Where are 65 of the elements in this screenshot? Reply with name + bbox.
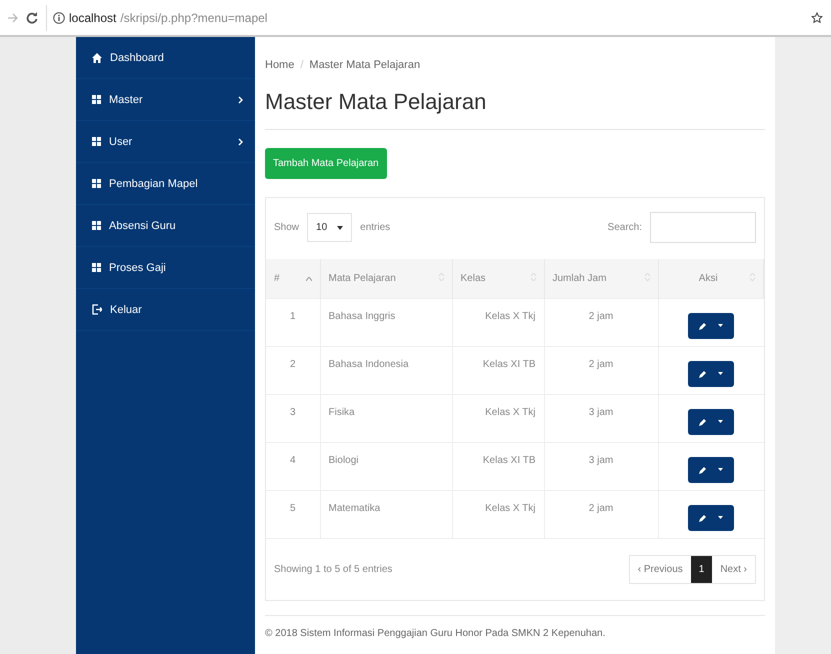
length-label: entries bbox=[360, 222, 390, 233]
entries-select[interactable]: 10 bbox=[307, 213, 352, 242]
table-cell: Bahasa Inggris bbox=[320, 298, 452, 346]
table-cell: 4 bbox=[266, 442, 320, 490]
pencil-icon bbox=[699, 322, 708, 330]
edit-dropdown-button[interactable] bbox=[688, 360, 734, 386]
caret-icon bbox=[718, 516, 723, 519]
logout-icon bbox=[92, 304, 102, 315]
sort-icon bbox=[644, 272, 650, 281]
grid-icon bbox=[92, 263, 101, 272]
table-cell: Kelas X Tkj bbox=[452, 394, 544, 442]
table-cell: 3 bbox=[266, 394, 320, 442]
grid-icon bbox=[92, 137, 101, 146]
table-cell: Matematika bbox=[320, 490, 452, 538]
url-host: localhost bbox=[69, 10, 116, 24]
table-info: Showing 1 to 5 of 5 entries bbox=[274, 564, 392, 575]
grid-icon bbox=[92, 221, 101, 230]
search-label: Search: bbox=[608, 222, 642, 233]
table-cell: 2 jam bbox=[544, 298, 658, 346]
table-cell: 3 jam bbox=[544, 394, 658, 442]
pencil-icon bbox=[699, 466, 708, 474]
url-path: /skripsi/p.php?menu=mapel bbox=[120, 10, 268, 24]
table-cell: 3 jam bbox=[544, 442, 658, 490]
home-icon bbox=[92, 52, 102, 62]
pagination-button[interactable]: 1 bbox=[690, 556, 712, 583]
reload-icon[interactable] bbox=[26, 12, 38, 24]
caret-icon bbox=[718, 324, 723, 327]
table-cell: Bahasa Indonesia bbox=[320, 346, 452, 394]
breadcrumb-separator: / bbox=[300, 59, 304, 71]
table-cell: Fisika bbox=[320, 394, 452, 442]
search-field[interactable] bbox=[650, 212, 756, 243]
page-title: Master Mata Pelajaran bbox=[265, 89, 765, 130]
table-cell: 2 bbox=[266, 346, 320, 394]
caret-icon bbox=[718, 468, 723, 471]
table-cell: Biologi bbox=[320, 442, 452, 490]
sort-icon bbox=[438, 272, 444, 281]
grid-icon bbox=[92, 179, 101, 188]
caret-icon bbox=[337, 226, 344, 230]
edit-dropdown-button[interactable] bbox=[688, 408, 734, 434]
info-icon bbox=[53, 12, 65, 24]
pencil-icon bbox=[699, 370, 708, 378]
table-cell: Kelas XI TB bbox=[452, 442, 544, 490]
breadcrumb-item: Master Mata Pelajaran bbox=[309, 59, 420, 71]
edit-dropdown-button[interactable] bbox=[688, 504, 734, 530]
table-cell: Kelas X Tkj bbox=[452, 298, 544, 346]
length-label: Show bbox=[274, 222, 300, 233]
caret-icon bbox=[718, 372, 723, 375]
breadcrumb-item[interactable]: Home bbox=[265, 59, 294, 71]
edit-dropdown-button[interactable] bbox=[688, 456, 734, 482]
grid-icon bbox=[92, 95, 101, 104]
edit-dropdown-button[interactable] bbox=[688, 312, 734, 338]
table-cell: 1 bbox=[266, 298, 320, 346]
table-cell: 2 jam bbox=[544, 490, 658, 538]
pencil-icon bbox=[699, 514, 708, 522]
table-cell: 2 jam bbox=[544, 346, 658, 394]
sort-icon bbox=[530, 272, 536, 281]
caret-icon bbox=[718, 420, 723, 423]
table-cell: 5 bbox=[266, 490, 320, 538]
table-cell: Kelas XI TB bbox=[452, 346, 544, 394]
table-cell: Kelas X Tkj bbox=[452, 490, 544, 538]
pencil-icon bbox=[699, 418, 708, 426]
footer-text: © 2018 Sistem Informasi Penggajian Guru Honor Pada SMKN 2 Kepenuhan. bbox=[265, 615, 765, 639]
sort-ascending-icon bbox=[306, 276, 312, 281]
sort-icon bbox=[750, 272, 755, 281]
star-icon[interactable] bbox=[811, 12, 823, 24]
